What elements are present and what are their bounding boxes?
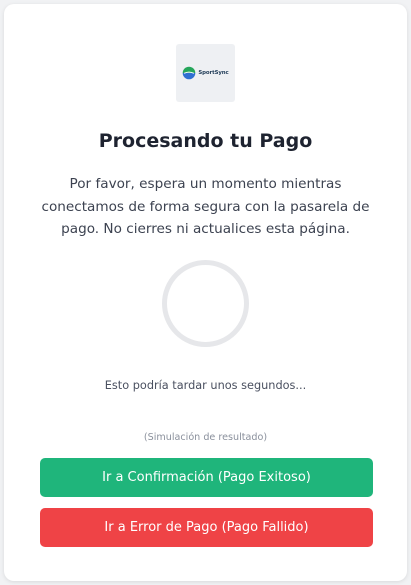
go-to-confirmation-button[interactable]: Ir a Confirmación (Pago Exitoso)	[40, 458, 373, 497]
logo: SportSync	[176, 44, 235, 102]
processing-description: Por favor, espera un momento mientras co…	[41, 176, 370, 237]
payment-processing-card: SportSync Procesando tu Pago Por favor, …	[4, 4, 407, 581]
page-title: Procesando tu Pago	[98, 130, 313, 152]
simulation-note: (Simulación de resultado)	[143, 432, 268, 443]
sportsync-logo-icon	[183, 66, 196, 80]
go-to-payment-error-button[interactable]: Ir a Error de Pago (Pago Fallido)	[40, 508, 373, 547]
wait-message: Esto podría tardar unos segundos...	[104, 379, 307, 392]
logo-text: SportSync	[198, 70, 229, 76]
loading-spinner-icon	[162, 260, 249, 347]
logo-inner: SportSync	[182, 66, 229, 80]
